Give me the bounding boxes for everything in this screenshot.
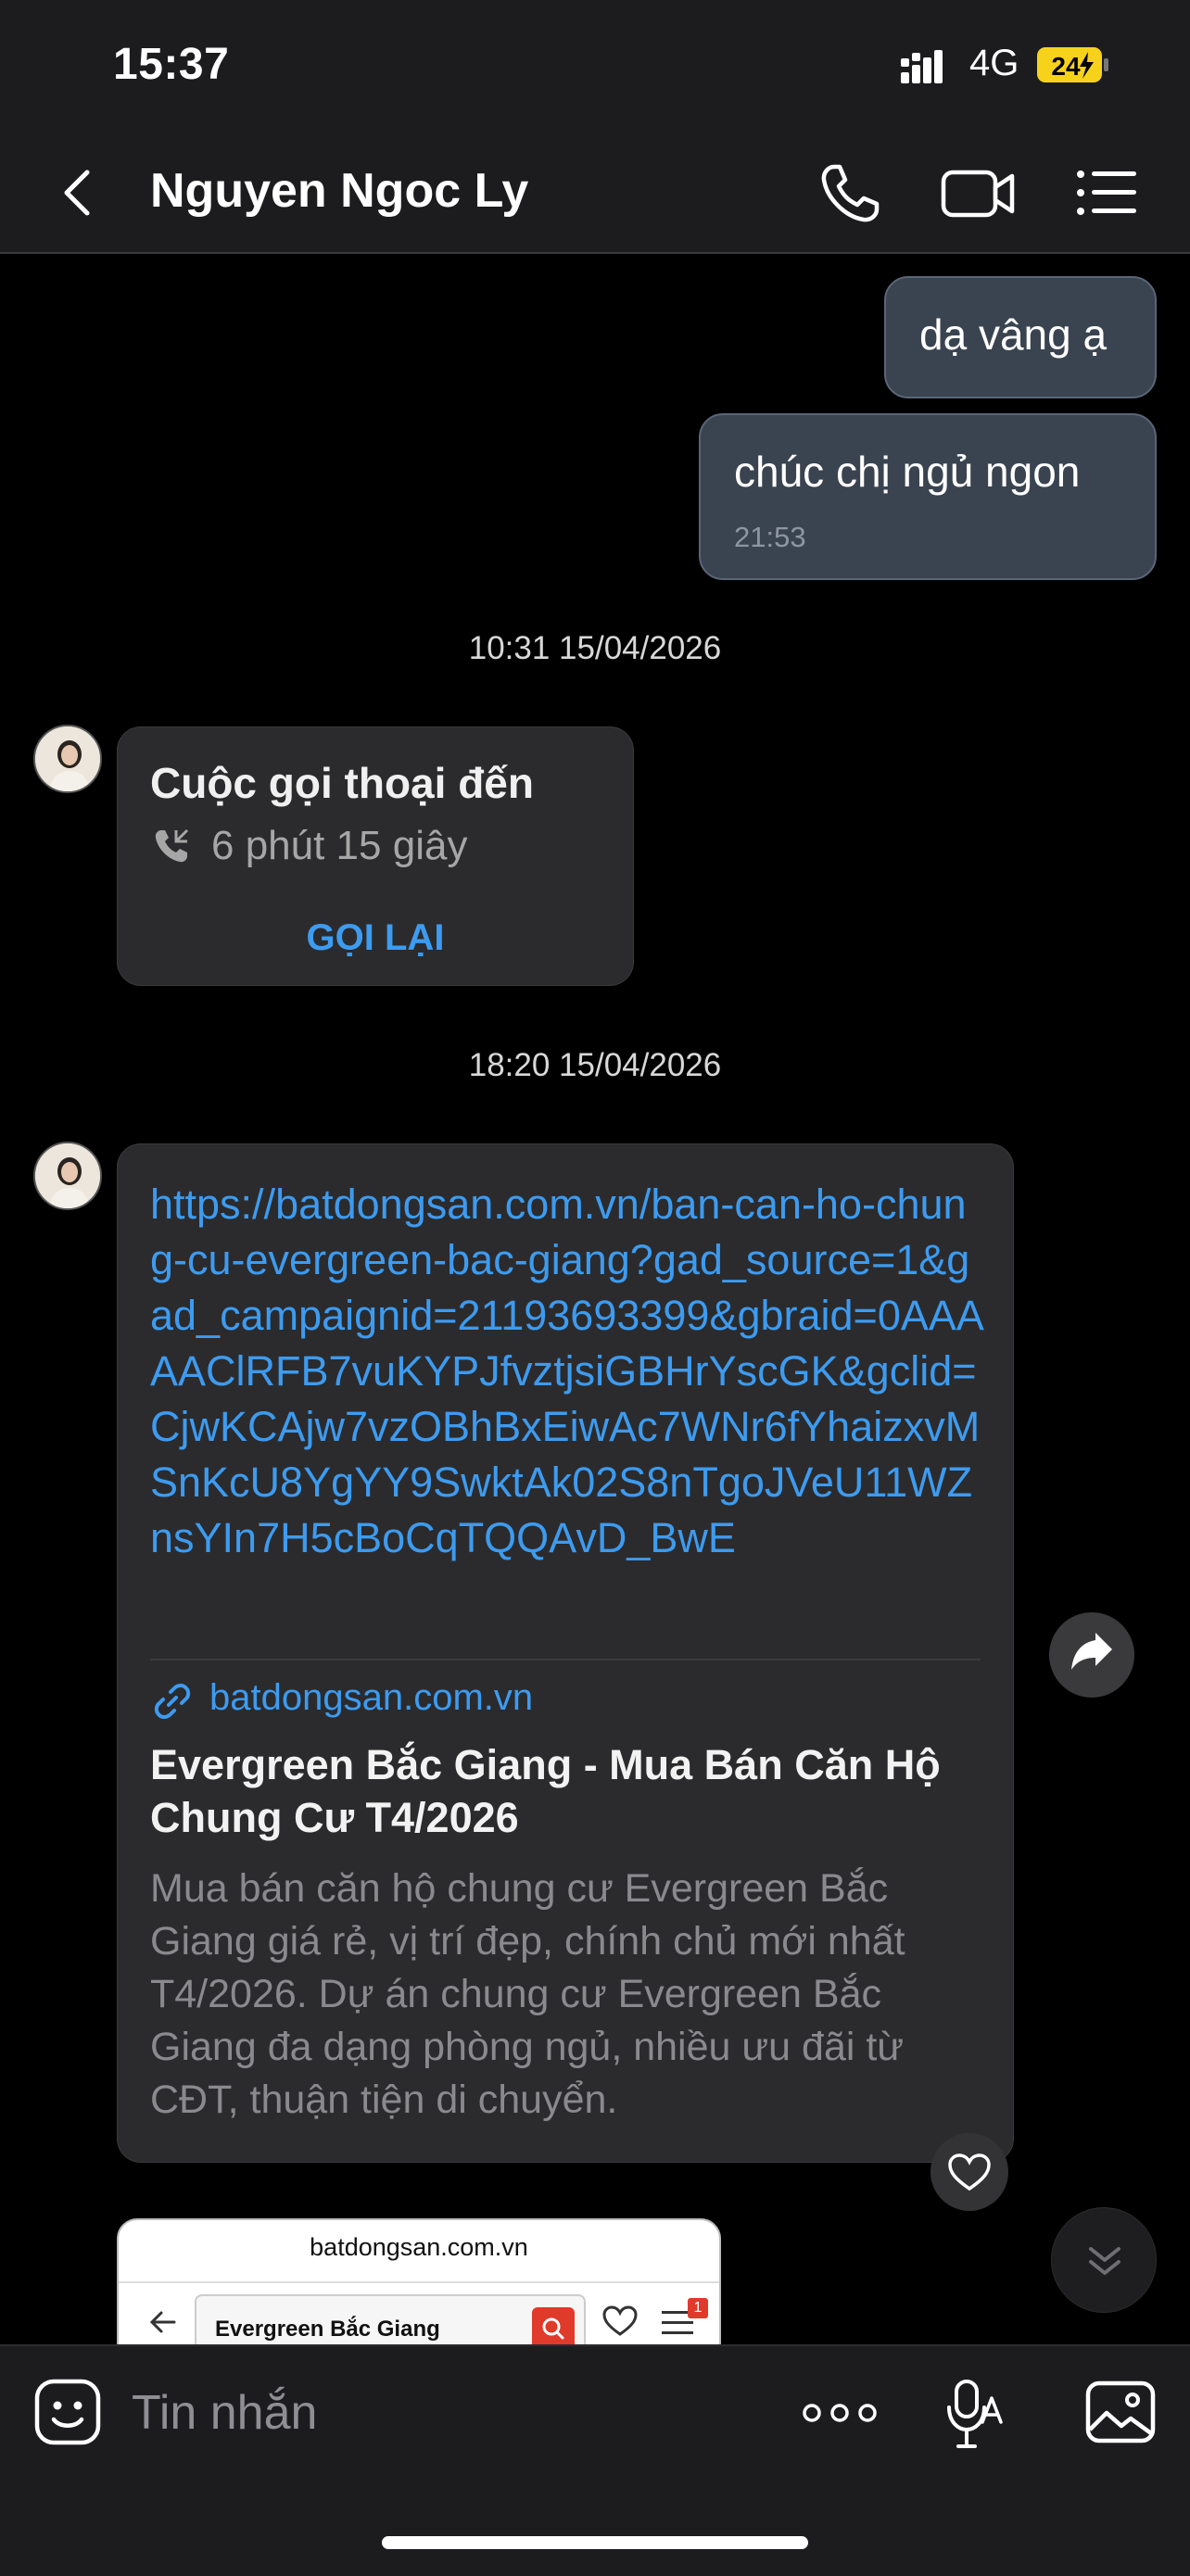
preview-search-text: Evergreen Bắc Giang — [215, 2317, 440, 2342]
avatar-photo-icon — [35, 726, 100, 791]
back-arrow-icon — [149, 2311, 176, 2333]
battery-icon: 24 — [1037, 47, 1108, 82]
sent-message-bubble[interactable]: chúc chị ngủ ngon 21:53 — [699, 413, 1157, 580]
menu-list-icon[interactable] — [1073, 163, 1140, 222]
call-duration: 6 phút 15 giây — [211, 823, 468, 868]
preview-search-bar: Evergreen Bắc Giang — [195, 2294, 586, 2346]
share-icon — [1071, 1633, 1112, 1670]
phone-call-icon[interactable] — [816, 159, 884, 228]
message-text: dạ vâng ạ — [919, 310, 1108, 359]
image-gallery-icon[interactable] — [1084, 2380, 1157, 2444]
avatar-photo-icon — [35, 1143, 100, 1208]
avatar[interactable] — [33, 725, 102, 793]
call-back-button[interactable]: GỌI LẠI — [117, 917, 634, 959]
message-input[interactable] — [130, 2380, 690, 2446]
notification-badge: 1 — [688, 2298, 708, 2318]
more-options-icon[interactable] — [801, 2396, 879, 2430]
date-separator: 10:31 15/04/2026 — [468, 630, 722, 666]
divider — [150, 1659, 981, 1661]
search-icon — [532, 2307, 575, 2346]
network-type: 4G — [969, 43, 1019, 83]
call-title: Cuộc gọi thoại đến — [150, 759, 534, 807]
date-separator: 18:20 15/04/2026 — [468, 1047, 722, 1083]
video-call-icon[interactable] — [940, 161, 1018, 226]
heart-icon — [948, 2153, 991, 2191]
signal-icon — [901, 50, 943, 83]
home-indicator[interactable] — [382, 2536, 808, 2549]
link-description: Mua bán căn hộ chung cư Evergreen Bắc Gi… — [150, 1866, 905, 2122]
heart-icon — [602, 2305, 638, 2336]
sticker-emoji-icon[interactable] — [33, 2378, 102, 2446]
react-button[interactable] — [930, 2133, 1008, 2211]
avatar[interactable] — [33, 1142, 102, 1210]
contact-name[interactable]: Nguyen Ngoc Ly — [150, 163, 528, 219]
incoming-call-icon — [155, 828, 189, 863]
voice-to-text-icon[interactable] — [945, 2378, 1006, 2452]
back-arrow-icon[interactable] — [52, 165, 108, 221]
share-button[interactable] — [1049, 1612, 1134, 1698]
message-time: 21:53 — [734, 521, 806, 553]
link-preview-image[interactable]: batdongsan.com.vn Evergreen Bắc Giang 1 — [117, 2218, 721, 2348]
message-text: chúc chị ngủ ngon — [734, 448, 1081, 496]
double-chevron-down-icon — [1089, 2247, 1120, 2275]
link-icon — [154, 1684, 191, 1719]
sent-message-bubble[interactable]: dạ vâng ạ — [884, 276, 1157, 398]
preview-domain: batdongsan.com.vn — [310, 2233, 528, 2261]
battery-level: 24 — [1051, 52, 1081, 81]
divider — [119, 2281, 719, 2283]
link-title[interactable]: Evergreen Bắc Giang - Mua Bán Căn Hộ Chu… — [150, 1738, 994, 1844]
link-url[interactable]: https://batdongsan.com.vn/ban-can-ho-chu… — [150, 1177, 984, 1566]
scroll-to-bottom-button[interactable] — [1051, 2207, 1157, 2313]
link-domain[interactable]: batdongsan.com.vn — [209, 1677, 533, 1719]
status-time: 15:37 — [113, 40, 230, 89]
